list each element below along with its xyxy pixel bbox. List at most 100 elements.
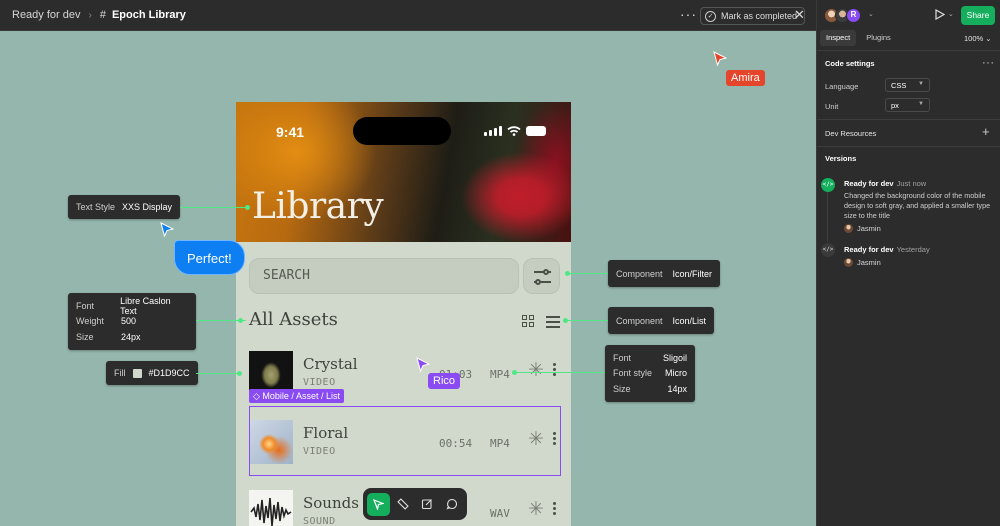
annotation-connector <box>566 320 608 321</box>
annotation-value: Libre Caslon Text <box>120 295 171 316</box>
breadcrumb-file[interactable]: Epoch Library <box>112 9 186 21</box>
component-list-annotation: Component Icon/List <box>608 307 715 334</box>
chevron-down-icon[interactable]: ⌄ <box>868 10 874 18</box>
component-path: Mobile / Asset / List <box>262 391 340 401</box>
component-filter-annotation: Component Icon/Filter <box>608 260 721 287</box>
annotation-value: #D1D9CC <box>148 368 190 378</box>
annotation-key: Size <box>76 331 94 342</box>
asset-kind: SOUND <box>303 516 336 526</box>
cursor-arrow-icon <box>372 498 384 510</box>
chevron-down-icon: ▼ <box>918 101 924 107</box>
asset-format: WAV <box>490 507 510 520</box>
kebab-menu-icon[interactable] <box>553 363 556 377</box>
asterisk-icon[interactable]: ✳ <box>528 499 544 521</box>
panel-tabs: Inspect Plugins <box>820 30 897 46</box>
divider <box>817 119 1000 120</box>
dynamic-island <box>353 117 451 145</box>
add-icon[interactable]: + <box>982 124 990 139</box>
avatar[interactable]: R <box>846 8 861 23</box>
avatar <box>844 224 853 233</box>
play-icon[interactable] <box>934 9 945 20</box>
grid-view-icon[interactable] <box>522 315 535 328</box>
zoom-value: 100% <box>964 34 984 43</box>
battery-icon <box>526 126 546 136</box>
annotate-tool-button[interactable] <box>416 493 439 516</box>
version-status: Ready for dev <box>844 245 894 254</box>
comment-bubble[interactable]: Perfect! <box>174 240 245 275</box>
unit-label: Unit <box>825 102 839 111</box>
asterisk-icon[interactable]: ✳ <box>528 360 544 382</box>
check-circle-icon: ✓ <box>705 10 716 22</box>
measure-tool-button[interactable] <box>392 493 415 516</box>
frame-icon: # <box>99 9 106 21</box>
annotation-connector <box>180 207 248 208</box>
unit-select[interactable]: px ▼ <box>885 98 930 112</box>
component-diamond-icon: ◇ <box>253 391 263 401</box>
tab-inspect[interactable]: Inspect <box>820 30 857 46</box>
collaborator-avatars[interactable]: R <box>824 8 861 23</box>
more-options-icon[interactable]: ··· <box>680 7 697 21</box>
version-author-name: Jasmin <box>857 224 881 233</box>
annotation-anchor <box>512 370 517 375</box>
version-title[interactable]: Ready for dev Just now <box>844 179 926 188</box>
version-title[interactable]: Ready for dev Yesterday <box>844 245 930 254</box>
library-title: Library <box>252 186 384 227</box>
move-tool-button[interactable] <box>367 492 390 516</box>
all-assets-heading: All Assets <box>249 309 338 330</box>
color-swatch <box>132 368 142 378</box>
annotation-value: 24px <box>121 331 141 342</box>
design-canvas[interactable]: 9:41 Library SEARCH All Assets Crystal V… <box>0 31 816 526</box>
wifi-icon <box>507 126 521 136</box>
version-description: Changed the background color of the mobi… <box>844 191 991 220</box>
chevron-down-icon[interactable]: ⌄ <box>948 10 954 18</box>
share-button[interactable]: Share <box>961 6 995 25</box>
annotation-value: 500 <box>121 316 137 327</box>
version-time: Yesterday <box>896 245 930 254</box>
chevron-right-icon: › <box>88 9 92 21</box>
kebab-menu-icon[interactable] <box>553 502 556 516</box>
top-bar: Ready for dev › # Epoch Library ··· ✓ Ma… <box>0 0 817 31</box>
divider <box>817 50 1000 51</box>
status-time: 9:41 <box>276 124 305 140</box>
annotation-value: Micro <box>665 368 687 379</box>
divider <box>817 146 1000 147</box>
tab-plugins[interactable]: Plugins <box>860 30 897 46</box>
language-label: Language <box>825 82 859 91</box>
filter-button[interactable] <box>523 258 560 294</box>
code-icon: </> <box>821 178 835 192</box>
edit-icon <box>422 499 433 510</box>
unit-value: px <box>891 101 899 110</box>
asset-name: Crystal <box>303 355 358 373</box>
mark-as-completed-button[interactable]: ✓ Mark as completed <box>700 7 806 25</box>
annotation-key: Text Style <box>76 202 116 212</box>
annotation-anchor <box>237 371 242 376</box>
search-input[interactable]: SEARCH <box>249 258 519 294</box>
list-view-icon[interactable] <box>546 315 560 328</box>
annotation-connector <box>196 373 242 374</box>
close-icon[interactable]: ✕ <box>794 8 805 21</box>
annotation-anchor <box>238 318 243 323</box>
annotation-key: Fill <box>114 368 126 378</box>
avatar <box>844 258 853 267</box>
rico-cursor-icon <box>416 357 430 373</box>
version-author: Jasmin <box>844 224 881 233</box>
language-select[interactable]: CSS ▼ <box>885 78 930 92</box>
annotation-anchor <box>565 271 570 276</box>
dev-resources-heading[interactable]: Dev Resources <box>825 129 876 138</box>
pointer-cursor-icon <box>160 222 174 238</box>
annotation-anchor <box>563 318 568 323</box>
annotation-value: Sligoil <box>662 352 687 363</box>
waveform-icon <box>250 497 292 526</box>
zoom-level[interactable]: 100% ⌄ <box>964 34 992 43</box>
comment-tool-button[interactable] <box>441 493 464 516</box>
annotation-key: Size <box>613 383 631 394</box>
language-value: CSS <box>891 81 907 90</box>
breadcrumb-status[interactable]: Ready for dev <box>12 9 80 21</box>
font-annotation: Font Libre Caslon Text Weight 500 Size 24px <box>68 293 196 350</box>
annotation-value: Icon/List <box>672 315 707 326</box>
annotation-key: Component <box>616 315 663 326</box>
more-options-icon[interactable]: ··· <box>982 57 995 69</box>
amira-cursor-icon <box>713 51 727 67</box>
annotation-key: Weight <box>76 316 104 327</box>
amira-name-tag: Amira <box>726 70 765 86</box>
